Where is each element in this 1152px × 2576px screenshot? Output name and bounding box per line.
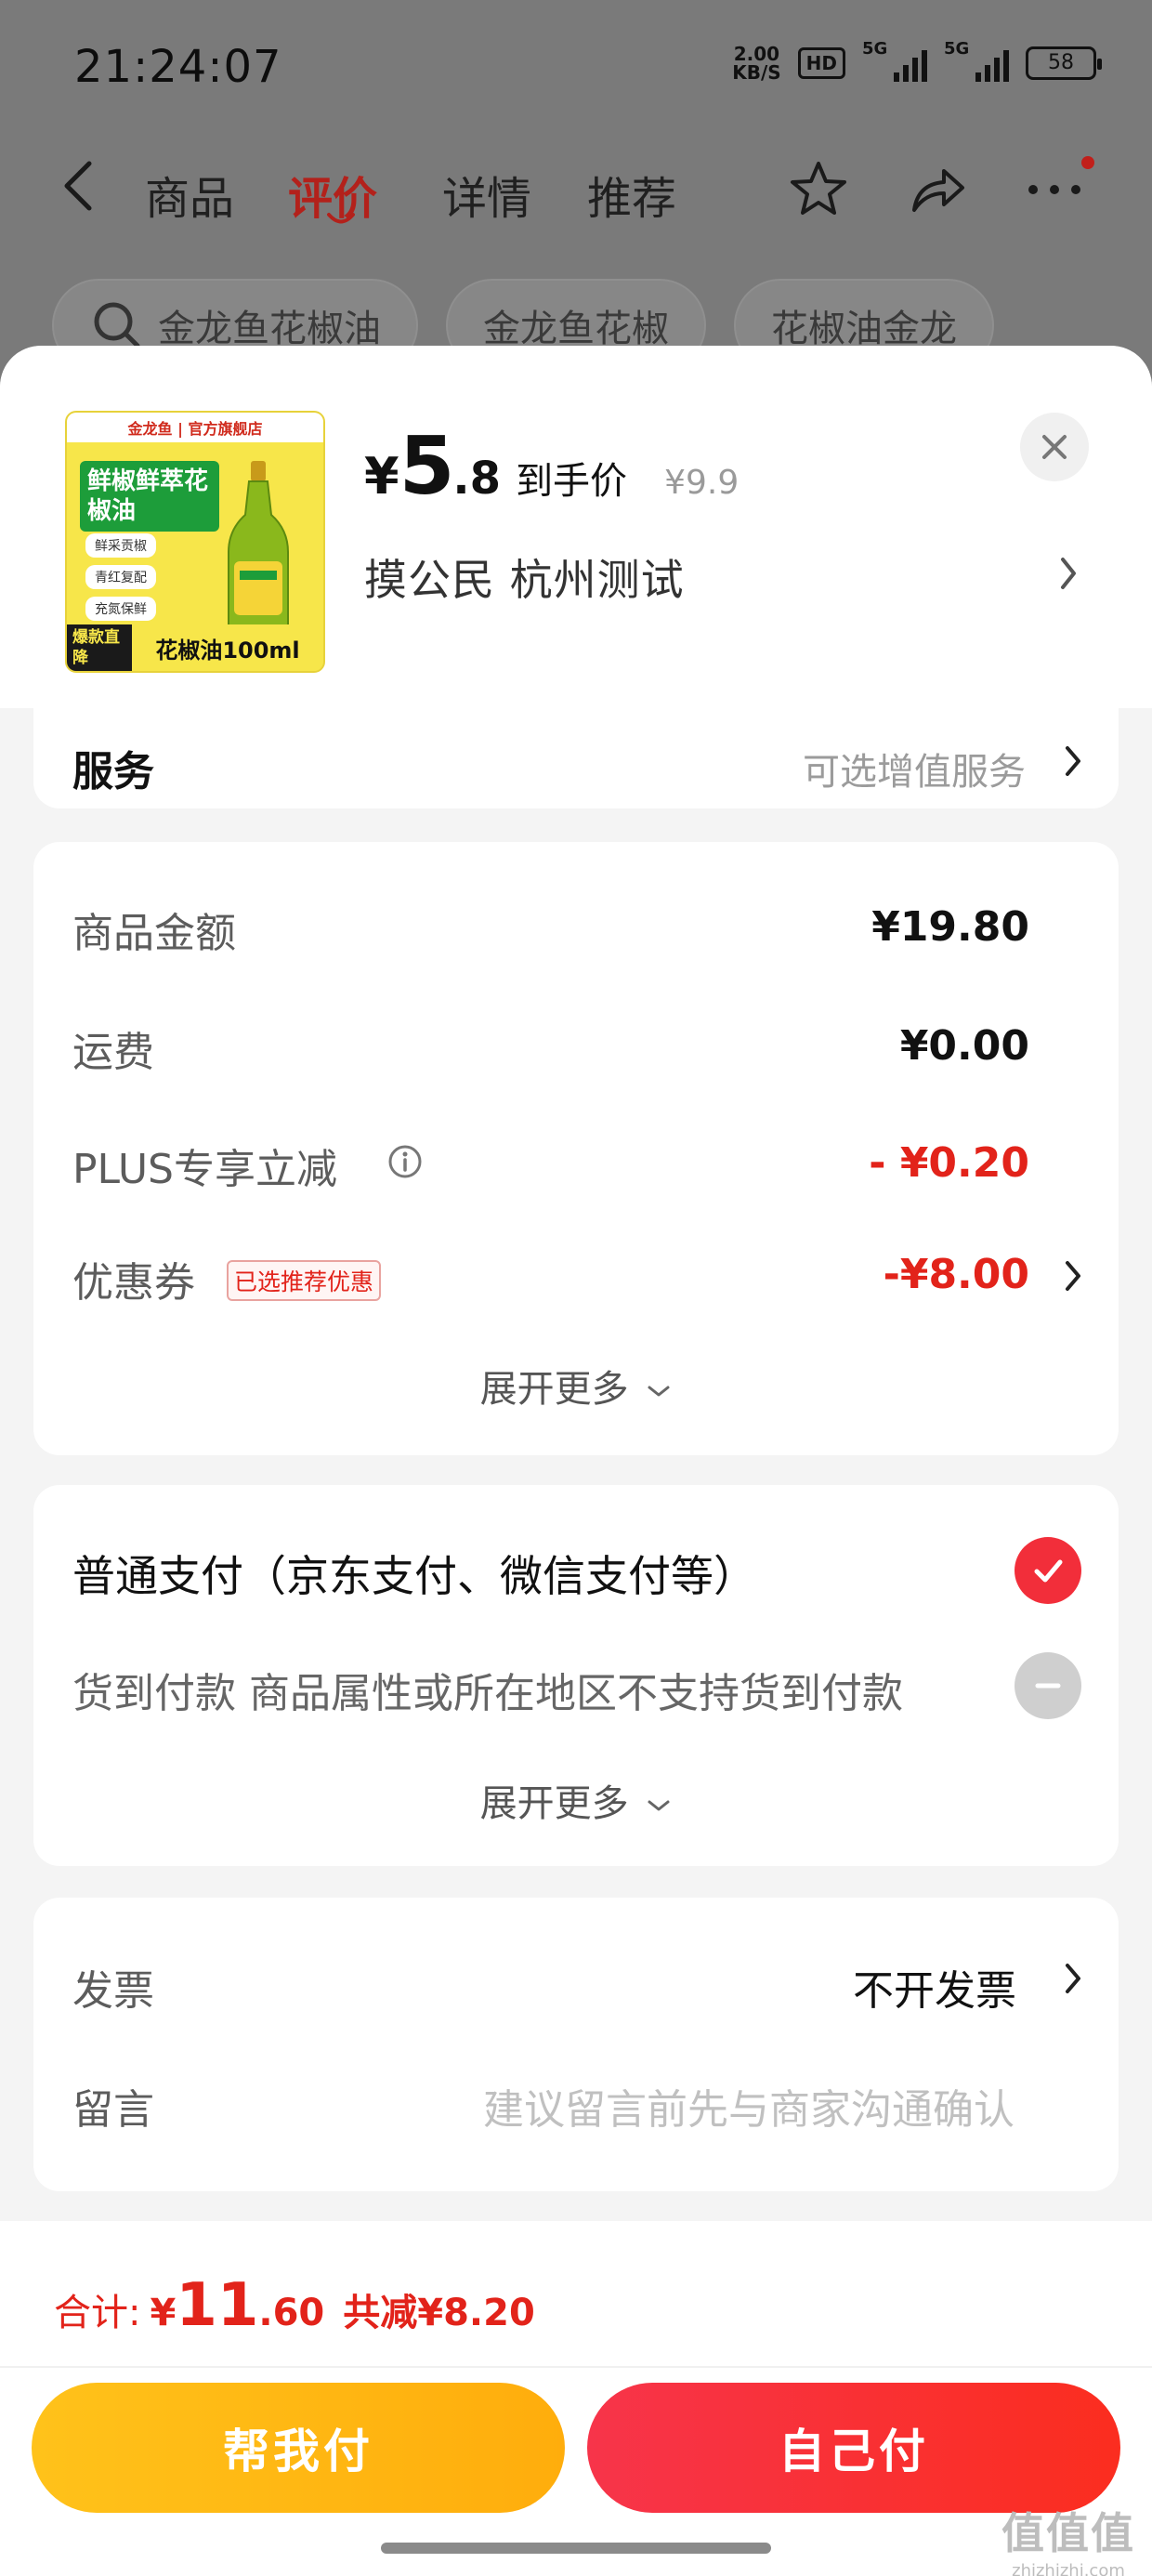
total-line: 合计: ¥ 11 .60 共减¥8.20	[54, 2271, 535, 2340]
star-icon[interactable]	[786, 156, 851, 221]
tab-goods[interactable]: 商品	[145, 162, 234, 227]
coupon-label: 优惠券	[72, 1259, 195, 1307]
battery-icon: 58	[1026, 46, 1102, 80]
search-icon	[94, 302, 140, 348]
payment-card: 普通支付（京东支付、微信支付等） 货到付款 商品属性或所在地区不支持货到付款 展…	[33, 1485, 1119, 1866]
hd-icon: HD	[797, 47, 845, 79]
normal-payment-option[interactable]: 普通支付（京东支付、微信支付等）	[72, 1543, 756, 1604]
signal-icon-2: 5G	[944, 39, 1009, 82]
home-indicator[interactable]	[381, 2543, 771, 2554]
tab-active-indicator	[327, 213, 355, 224]
note-label: 留言	[72, 2086, 154, 2134]
payment-disabled	[1015, 1652, 1081, 1719]
cod-payment-option: 货到付款 商品属性或所在地区不支持货到付款	[72, 1670, 903, 1717]
divider	[0, 2366, 1152, 2368]
oil-bottle-icon	[228, 461, 289, 644]
invoice-label: 发票	[72, 1967, 154, 2015]
total-saving: 共减¥8.20	[343, 2292, 535, 2334]
chevron-down-icon	[648, 1800, 670, 1811]
chevron-down-icon	[648, 1386, 670, 1397]
close-button[interactable]	[1020, 413, 1089, 481]
chevron-right-icon[interactable]	[1061, 1256, 1085, 1295]
checkout-footer: 合计: ¥ 11 .60 共减¥8.20 帮我付 自己付 值值值 zhizhiz…	[0, 2221, 1152, 2576]
goods-amount-value: ¥19.80	[871, 903, 1029, 951]
service-option[interactable]: 可选增值服务	[803, 742, 1026, 795]
status-bar-icons: 2.00 KB/S HD 5G 5G 58	[732, 39, 1102, 84]
tab-details[interactable]: 详情	[442, 162, 531, 227]
payment-selected[interactable]	[1015, 1537, 1081, 1604]
amounts-card: 商品金额 ¥19.80 运费 ¥0.00 PLUS专享立减 - ¥0.20 优惠…	[33, 842, 1119, 1455]
delivery-address[interactable]: 摸公民 杭州测试	[364, 546, 685, 608]
sheet-header: 金龙鱼 | 官方旗舰店 鲜椒鲜萃花椒油 鲜采贡椒 青红复配 充氮保鲜 爆款直降 …	[0, 346, 1152, 708]
tab-recommend[interactable]: 推荐	[587, 162, 676, 227]
signal-icon: 5G	[862, 39, 927, 82]
shipping-label: 运费	[72, 1029, 154, 1076]
goods-amount-label: 商品金额	[72, 910, 236, 957]
status-time: 21:24:07	[74, 41, 282, 93]
back-arrow-icon[interactable]	[58, 158, 100, 214]
help-pay-button[interactable]: 帮我付	[32, 2383, 565, 2513]
invoice-card: 发票 不开发票 留言 建议留言前先与商家沟通确认	[33, 1898, 1119, 2191]
chevron-right-icon[interactable]	[1055, 552, 1081, 595]
info-icon[interactable]	[386, 1143, 424, 1180]
expand-more-button[interactable]: 展开更多	[33, 1359, 1119, 1413]
share-icon[interactable]	[905, 156, 970, 221]
watermark: 值值值 zhizhizhi.com	[1001, 2508, 1135, 2576]
final-price-label: 到手价	[516, 460, 628, 503]
check-icon	[1034, 1559, 1063, 1583]
self-pay-button[interactable]: 自己付	[587, 2383, 1120, 2513]
network-speed: 2.00 KB/S	[732, 43, 781, 84]
shipping-value: ¥0.00	[899, 1022, 1029, 1070]
plus-discount-label: PLUS专享立减	[72, 1146, 337, 1193]
chevron-right-icon[interactable]	[1061, 1959, 1085, 1998]
service-title: 服务	[72, 748, 154, 795]
more-icon[interactable]	[1022, 156, 1087, 221]
chevron-right-icon[interactable]	[1061, 742, 1085, 781]
price-line: ¥ 5 .8 到手价 ¥9.9	[364, 420, 740, 513]
expand-more-button[interactable]: 展开更多	[33, 1773, 1119, 1827]
note-input[interactable]: 建议留言前先与商家沟通确认	[483, 2076, 1015, 2136]
plus-discount-value: - ¥0.20	[869, 1139, 1029, 1187]
invoice-value[interactable]: 不开发票	[853, 1957, 1016, 2017]
close-icon	[1042, 435, 1067, 459]
product-image: 金龙鱼 | 官方旗舰店 鲜椒鲜萃花椒油 鲜采贡椒 青红复配 充氮保鲜 爆款直降 …	[65, 411, 325, 673]
background-page: 21:24:07 2.00 KB/S HD 5G 5G 58 商品 评价 详情 …	[0, 0, 1152, 390]
original-price: ¥9.9	[664, 464, 740, 502]
coupon-value[interactable]: -¥8.00	[884, 1251, 1029, 1298]
product-nav: 商品 评价 详情 推荐	[0, 139, 1152, 232]
coupon-tag: 已选推荐优惠	[227, 1260, 382, 1301]
notification-dot	[1081, 156, 1094, 169]
minus-icon	[1035, 1683, 1061, 1689]
